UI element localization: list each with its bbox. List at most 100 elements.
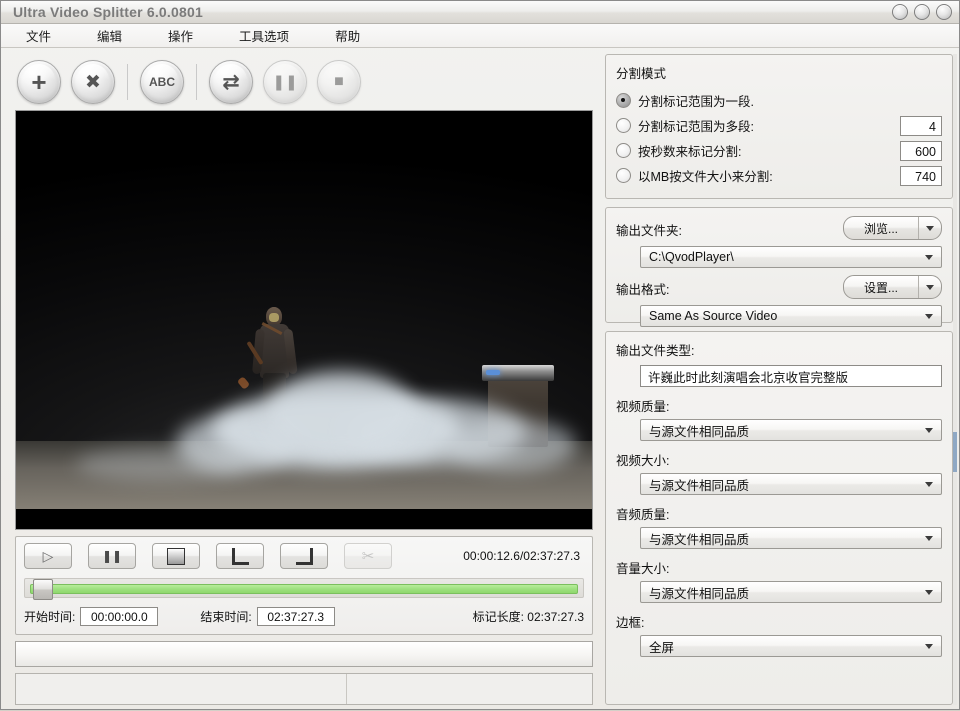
performer-face: [269, 313, 279, 322]
remove-file-button[interactable]: ✖: [71, 60, 115, 104]
border-combo[interactable]: 全屏: [640, 635, 942, 657]
split-option-seconds-label: 按秒数来标记分割:: [638, 145, 742, 159]
video-stage: [16, 133, 592, 509]
timeline-track[interactable]: [30, 584, 578, 594]
maximize-icon[interactable]: [914, 4, 930, 20]
toolbar-divider-1: [127, 64, 128, 100]
window-title: Ultra Video Splitter 6.0.0801: [13, 4, 203, 20]
radio-single-icon[interactable]: [616, 93, 631, 108]
output-format-label: 输出格式:: [616, 282, 670, 297]
audio-quality-combo[interactable]: 与源文件相同品质: [640, 527, 942, 549]
stop-button[interactable]: ■: [317, 60, 361, 104]
timeline-thumb[interactable]: [33, 579, 53, 600]
letterbox-top: [16, 111, 592, 133]
rename-button[interactable]: ABC: [140, 60, 184, 104]
timeline-slider[interactable]: [24, 578, 584, 600]
file-list-area: [15, 641, 593, 705]
browse-button[interactable]: 浏览...: [843, 216, 942, 240]
menu-operation[interactable]: 操作: [165, 24, 196, 47]
guitar-body: [236, 376, 251, 390]
menu-tools[interactable]: 工具选项: [236, 24, 292, 47]
split-option-size-label: 以MB按文件大小来分割:: [638, 170, 773, 184]
file-type-group: 输出文件类型: 许巍此时此刻演唱会北京收官完整版 视频质量: 与源文件相同品质 …: [605, 331, 953, 705]
video-quality-arrow[interactable]: [920, 423, 937, 438]
audio-quality-value: 与源文件相同品质: [649, 532, 750, 547]
app-window: Ultra Video Splitter 6.0.0801 文件 编辑 操作 工…: [0, 0, 960, 710]
settings-button-label: 设置...: [863, 280, 898, 295]
split-mode-title: 分割模式: [616, 67, 667, 81]
split-option-multi-label: 分割标记范围为多段:: [638, 120, 754, 134]
close-icon[interactable]: [936, 4, 952, 20]
output-format-combo[interactable]: Same As Source Video: [640, 305, 942, 327]
menu-help[interactable]: 帮助: [332, 24, 363, 47]
list-column-name: [16, 674, 347, 704]
output-filename-input[interactable]: 许巍此时此刻演唱会北京收官完整版: [640, 365, 942, 387]
minimize-icon[interactable]: [892, 4, 908, 20]
output-format-arrow[interactable]: [920, 309, 937, 324]
menu-edit[interactable]: 编辑: [94, 24, 125, 47]
time-display: 00:00:12.6/02:37:27.3: [463, 549, 580, 563]
title-bar: Ultra Video Splitter 6.0.0801: [1, 1, 959, 24]
cut-button[interactable]: ✂: [344, 543, 392, 569]
split-option-size[interactable]: 以MB按文件大小来分割: 740: [616, 163, 942, 188]
video-quality-value: 与源文件相同品质: [649, 424, 750, 439]
play-button[interactable]: ▷: [24, 543, 72, 569]
video-size-label: 视频大小:: [616, 454, 670, 468]
output-folder-arrow[interactable]: [920, 250, 937, 265]
panel-scrollbar[interactable]: [953, 54, 957, 705]
scissors-icon: ✂: [361, 547, 375, 565]
stop-button[interactable]: [152, 543, 200, 569]
video-quality-combo[interactable]: 与源文件相同品质: [640, 419, 942, 441]
split-option-seconds[interactable]: 按秒数来标记分割: 600: [616, 138, 942, 163]
stop-icon: ■: [334, 73, 344, 90]
browse-dropdown-arrow[interactable]: [919, 217, 941, 239]
amplifier-led: [486, 370, 500, 375]
video-quality-label: 视频质量:: [616, 400, 670, 414]
volume-combo[interactable]: 与源文件相同品质: [640, 581, 942, 603]
radio-seconds-icon[interactable]: [616, 143, 631, 158]
scrollbar-thumb[interactable]: [953, 431, 957, 472]
output-folder-value: C:\QvodPlayer\: [649, 250, 734, 264]
settings-button[interactable]: 设置...: [843, 275, 942, 299]
plus-icon: +: [31, 67, 47, 97]
video-preview[interactable]: [15, 110, 593, 530]
seconds-input[interactable]: 600: [900, 140, 942, 161]
radio-multi-icon[interactable]: [616, 118, 631, 133]
settings-dropdown-arrow[interactable]: [919, 276, 941, 298]
end-time-input[interactable]: 02:37:27.3: [256, 607, 335, 626]
pause-button[interactable]: ❚❚: [88, 543, 136, 569]
chevron-down-icon: [924, 428, 933, 433]
chevron-down-icon: [924, 536, 933, 541]
split-option-multi[interactable]: 分割标记范围为多段: 4: [616, 113, 942, 138]
split-mode-group: 分割模式 分割标记范围为一段. 分割标记范围为多段: 4 按秒数来标记分割: 6…: [605, 54, 953, 199]
video-size-arrow[interactable]: [920, 477, 937, 492]
menu-file[interactable]: 文件: [23, 24, 54, 47]
volume-arrow[interactable]: [920, 585, 937, 600]
convert-button[interactable]: ⇄: [209, 60, 253, 104]
pause-button[interactable]: ❚❚: [263, 60, 307, 104]
close-x-icon: ✖: [85, 71, 101, 93]
border-arrow[interactable]: [920, 639, 937, 654]
chevron-down-icon: [924, 590, 933, 595]
play-icon: ▷: [42, 548, 54, 564]
file-list-grid[interactable]: [15, 673, 593, 705]
segments-count-input[interactable]: 4: [900, 115, 942, 136]
start-time-input[interactable]: 00:00:00.0: [80, 607, 159, 626]
split-option-single[interactable]: 分割标记范围为一段.: [616, 88, 942, 113]
add-file-button[interactable]: +: [17, 60, 61, 104]
mark-out-button[interactable]: [280, 543, 328, 569]
radio-size-icon[interactable]: [616, 168, 631, 183]
output-format-value: Same As Source Video: [649, 309, 778, 323]
player-controls: ▷ ❚❚ ✂ 00:00:12.6/02:37:27.3 开始时间: 00:00…: [15, 536, 593, 635]
split-option-single-label: 分割标记范围为一段.: [638, 95, 754, 109]
list-header-strip[interactable]: [15, 641, 593, 667]
pause-icon: ❚❚: [272, 73, 298, 91]
audio-quality-arrow[interactable]: [920, 531, 937, 546]
filesize-mb-input[interactable]: 740: [900, 165, 942, 186]
mark-in-button[interactable]: [216, 543, 264, 569]
time-fields-row: 开始时间: 00:00:00.0 结束时间: 02:37:27.3 标记长度: …: [24, 607, 584, 626]
mark-length-label: 标记长度: 02:37:27.3: [472, 610, 584, 624]
output-folder-label: 输出文件夹:: [616, 223, 682, 238]
video-size-combo[interactable]: 与源文件相同品质: [640, 473, 942, 495]
output-folder-combo[interactable]: C:\QvodPlayer\: [640, 246, 942, 268]
